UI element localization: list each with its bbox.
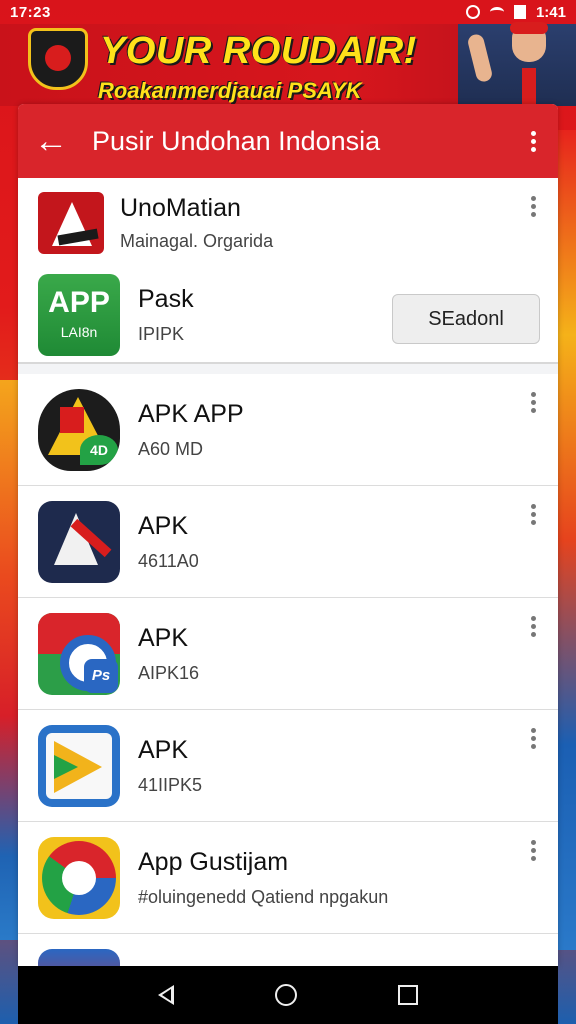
app-logo-icon bbox=[38, 192, 104, 254]
status-bar: 17:23 1:41 bbox=[0, 0, 576, 24]
app-subtitle: AIPK16 bbox=[138, 662, 200, 683]
banner-title: YOUR ROUDAIR! bbox=[100, 30, 417, 72]
badge-4d: 4D bbox=[80, 434, 118, 465]
app-subtitle: 41IIPK5 bbox=[138, 774, 203, 795]
list-item[interactable]: APP LAI8n Pask IPIPK SEadonl bbox=[18, 268, 558, 362]
action-button[interactable]: SEadonl bbox=[392, 294, 540, 344]
app-bar: ← Pusir Undohan Indonsia bbox=[18, 104, 558, 178]
play-store-icon bbox=[38, 724, 120, 807]
promo-banner[interactable]: YOUR ROUDAIR! Roakanmerdjauai PSAYK bbox=[0, 22, 576, 106]
arrow-left-icon[interactable]: ← bbox=[34, 124, 78, 158]
more-options-icon[interactable] bbox=[531, 392, 536, 413]
alarm-icon bbox=[465, 5, 480, 19]
app-name: Pask bbox=[138, 285, 194, 313]
featured-group: UnoMatian Mainagal. Orgarida APP LAI8n P… bbox=[18, 178, 558, 364]
list-item[interactable]: APK 4611A0 bbox=[18, 486, 558, 598]
app-logo-icon: 4D bbox=[38, 388, 120, 471]
app-name: APK bbox=[138, 623, 189, 652]
app-subtitle: 4611A0 bbox=[138, 550, 199, 571]
app-name: UnoMatian bbox=[120, 194, 241, 222]
more-options-icon[interactable] bbox=[531, 504, 536, 525]
app-name: APK APP bbox=[138, 399, 244, 428]
list-item[interactable]: 4D APK APP A60 MD bbox=[18, 374, 558, 486]
wifi-icon bbox=[489, 7, 504, 17]
battery-icon bbox=[513, 5, 526, 19]
app-name: APK bbox=[138, 735, 189, 764]
banner-person-image bbox=[458, 22, 576, 106]
app-logo-icon bbox=[38, 948, 120, 966]
list-item[interactable]: UnoMatian Mainagal. Orgarida bbox=[18, 178, 558, 268]
list-item[interactable]: Ps APK AIPK16 bbox=[18, 598, 558, 710]
nav-back-icon[interactable] bbox=[158, 985, 175, 1005]
status-icons: 1:41 bbox=[465, 3, 566, 21]
app-store-icon: APP LAI8n bbox=[38, 274, 120, 356]
page-title: Pusir Undohan Indonsia bbox=[92, 125, 381, 156]
more-options-icon[interactable] bbox=[531, 616, 536, 637]
icon-sublabel: LAI8n bbox=[60, 324, 98, 340]
more-options-icon[interactable] bbox=[531, 196, 536, 217]
list-item[interactable]: App Gustijam #oluingenedd Qatiend npgaku… bbox=[18, 822, 558, 934]
app-logo-icon: Ps bbox=[38, 612, 120, 695]
app-subtitle: Mainagal. Orgarida bbox=[120, 231, 274, 251]
nav-home-icon[interactable] bbox=[274, 984, 297, 1006]
more-options-icon[interactable] bbox=[531, 728, 536, 749]
list-item[interactable]: APK 41IIPK5 bbox=[18, 710, 558, 822]
badge-ps: Ps bbox=[84, 658, 118, 693]
app-logo-icon bbox=[38, 500, 120, 583]
app-list-card: ← Pusir Undohan Indonsia UnoMatian Maina… bbox=[18, 104, 558, 966]
status-time: 17:23 bbox=[10, 3, 51, 21]
app-subtitle: IPIPK bbox=[138, 324, 185, 344]
status-right-text: 1:41 bbox=[535, 3, 566, 21]
app-name: App Gustijam bbox=[138, 847, 289, 876]
app-logo-icon bbox=[38, 836, 120, 919]
app-subtitle: #oluingenedd Qatiend npgakun bbox=[138, 886, 389, 907]
overflow-menu-icon[interactable] bbox=[525, 130, 542, 152]
app-name: APK bbox=[138, 511, 189, 540]
app-subtitle: A60 MD bbox=[138, 438, 204, 459]
banner-subtitle: Roakanmerdjauai PSAYK bbox=[98, 78, 362, 103]
list-item-partial[interactable] bbox=[18, 934, 558, 966]
icon-label: APP bbox=[48, 286, 110, 319]
more-options-icon[interactable] bbox=[531, 840, 536, 861]
navigation-bar bbox=[18, 966, 558, 1024]
nav-recents-icon[interactable] bbox=[397, 985, 418, 1005]
emblem-logo bbox=[28, 28, 88, 90]
